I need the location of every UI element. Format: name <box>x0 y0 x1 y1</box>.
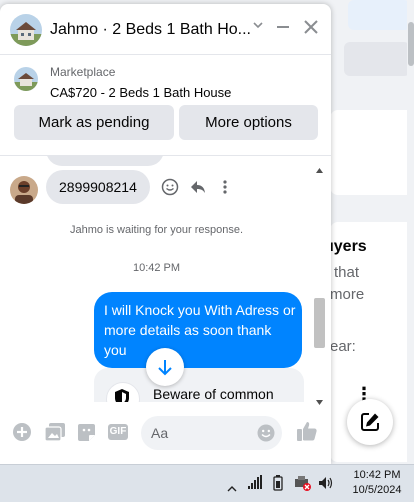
system-clock[interactable]: 10:42 PM 10/5/2024 <box>344 468 410 498</box>
new-message-button[interactable] <box>347 399 393 445</box>
chevron-up-icon[interactable] <box>227 479 237 497</box>
safety-notice-text: Beware of common <box>153 386 274 402</box>
sent-message-bubble[interactable]: I will Knock you With Adress or more det… <box>94 292 302 368</box>
more-options-button[interactable]: More options <box>179 105 318 140</box>
network-icon[interactable] <box>248 475 262 494</box>
clock-date: 10/5/2024 <box>352 484 402 496</box>
react-icon[interactable] <box>161 178 179 201</box>
background-card <box>330 110 414 195</box>
printer-error-icon[interactable] <box>294 475 312 496</box>
reply-icon[interactable] <box>189 178 207 201</box>
message-composer: GIF Aa <box>0 402 331 464</box>
background-blue-card <box>348 0 410 30</box>
sent-message-text: I will Knock you With Adress or more det… <box>104 302 296 358</box>
sender-avatar[interactable] <box>10 176 38 204</box>
message-input-placeholder: Aa <box>151 425 169 441</box>
message-input[interactable]: Aa <box>141 416 282 450</box>
chat-window: Jahmo · 2 Beds 1 Bath Ho... Marketplace … <box>0 4 331 464</box>
compose-icon <box>360 412 380 437</box>
battery-icon[interactable] <box>273 475 283 496</box>
chat-scrollbar[interactable] <box>313 156 326 405</box>
gallery-icon[interactable] <box>44 423 65 446</box>
background-button[interactable] <box>344 42 410 76</box>
chevron-down-icon[interactable] <box>251 18 265 37</box>
volume-icon[interactable] <box>318 475 334 496</box>
scroll-up-arrow-icon[interactable] <box>316 160 323 178</box>
minimize-icon[interactable] <box>274 18 292 41</box>
taskbar: 10:42 PM 10/5/2024 <box>0 464 414 502</box>
thumbs-up-icon[interactable] <box>296 420 318 447</box>
message-timestamp: 10:42 PM <box>132 262 181 274</box>
close-icon[interactable] <box>302 18 320 41</box>
marketplace-listing-bar: Marketplace CA$720 - 2 Beds 1 Bath House… <box>0 55 331 156</box>
shield-icon <box>113 388 131 402</box>
chat-title[interactable]: Jahmo · 2 Beds 1 Bath Ho... <box>50 21 251 39</box>
more-actions-icon[interactable] <box>219 178 231 201</box>
message-list[interactable]: 2899908214 Jahmo is waiting for your res… <box>0 156 331 402</box>
marketplace-label: Marketplace <box>50 65 116 79</box>
previous-message-bubble <box>46 156 164 166</box>
page-scrollbar-thumb[interactable] <box>408 22 414 66</box>
waiting-notice: Jahmo is waiting for your response. <box>69 224 244 236</box>
sticker-icon[interactable] <box>77 423 96 447</box>
chat-scrollbar-thumb[interactable] <box>314 298 325 348</box>
arrow-down-icon <box>157 358 173 381</box>
listing-price-title[interactable]: CA$720 - 2 Beds 1 Bath House <box>50 85 231 100</box>
mark-as-pending-button[interactable]: Mark as pending <box>14 105 174 140</box>
safety-notice-card[interactable]: Beware of common <box>94 368 304 402</box>
phone-number-message[interactable]: 2899908214 <box>46 170 150 204</box>
phone-number-text: 2899908214 <box>59 179 137 195</box>
page-scrollbar[interactable] <box>407 0 414 464</box>
emoji-icon[interactable] <box>257 424 275 447</box>
listing-avatar[interactable] <box>10 14 42 46</box>
chat-header[interactable]: Jahmo · 2 Beds 1 Bath Ho... <box>0 4 331 55</box>
background-text-2: more <box>330 286 365 303</box>
gif-icon[interactable]: GIF <box>108 424 128 440</box>
listing-thumbnail[interactable] <box>14 67 38 91</box>
scroll-to-bottom-button[interactable] <box>146 348 184 386</box>
plus-circle-icon[interactable] <box>12 422 32 447</box>
clock-time: 10:42 PM <box>353 469 401 481</box>
background-text-1: that <box>334 264 360 281</box>
background-text-3: ear: <box>330 338 356 355</box>
